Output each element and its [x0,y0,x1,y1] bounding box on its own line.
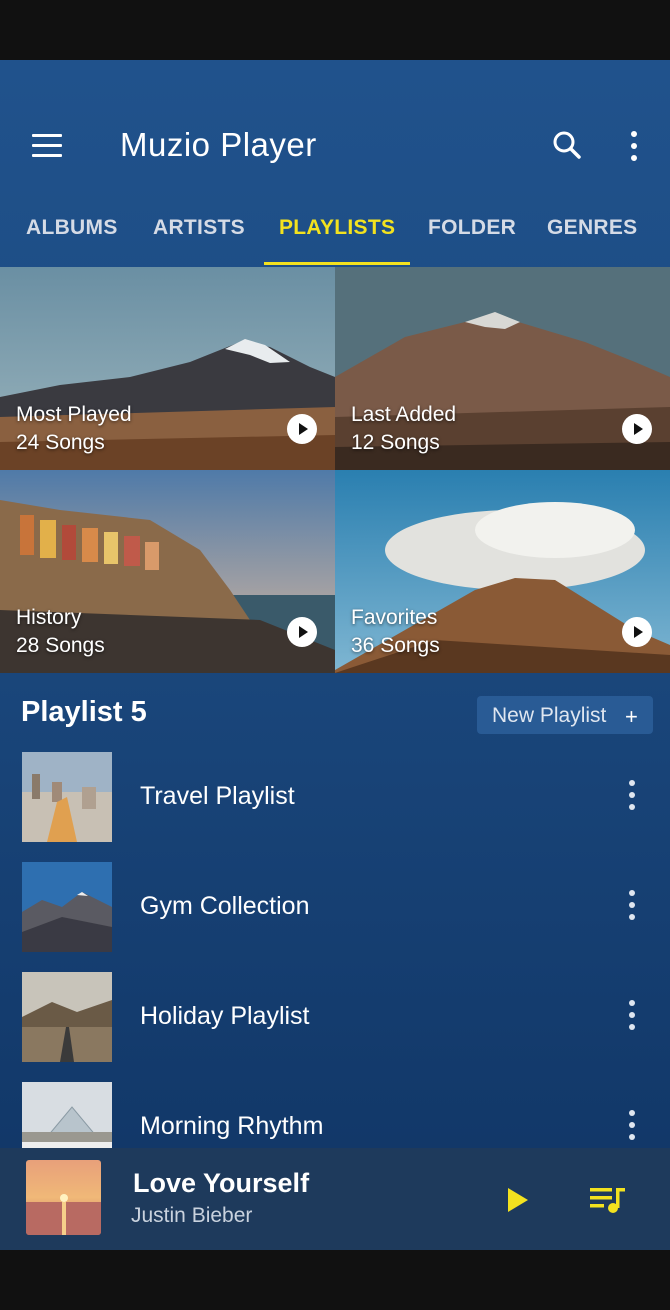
more-options-icon[interactable] [614,124,654,168]
tile-title: Favorites [351,606,438,629]
playlist-thumbnail [22,752,112,842]
now-playing-title: Love Yourself [133,1168,310,1198]
featured-tile-last-added[interactable]: Last Added 12 Songs [335,267,670,470]
playlist-thumbnail [22,972,112,1062]
menu-icon[interactable] [22,126,70,166]
tile-song-count: 12 Songs [351,431,440,454]
new-playlist-label: New Playlist [492,704,607,727]
play-icon[interactable] [287,617,317,647]
featured-tile-favorites[interactable]: Favorites 36 Songs [335,470,670,673]
playlist-row[interactable]: Travel Playlist [0,752,670,852]
playlist-row[interactable]: Gym Collection [0,862,670,962]
plus-icon: + [625,704,638,729]
tile-song-count: 24 Songs [16,431,105,454]
tile-title: History [16,606,82,629]
tile-title: Most Played [16,403,132,426]
search-icon[interactable] [546,124,590,168]
new-playlist-button[interactable]: New Playlist + [477,696,653,734]
more-options-icon[interactable] [620,780,644,814]
more-options-icon[interactable] [620,1000,644,1034]
tab-albums[interactable]: ALBUMS [26,216,118,240]
system-navigation-bar [0,1250,670,1310]
app-title: Muzio Player [120,126,317,163]
play-icon[interactable] [498,1180,538,1220]
section-title: Playlist 5 [21,696,147,728]
status-bar [0,0,670,60]
play-icon[interactable] [622,617,652,647]
tab-folder[interactable]: FOLDER [428,216,516,240]
tile-song-count: 36 Songs [351,634,440,657]
tab-indicator [264,262,410,265]
tab-genres[interactable]: GENRES [547,216,638,240]
more-options-icon[interactable] [620,890,644,924]
featured-tile-history[interactable]: History 28 Songs [0,470,335,673]
tile-title: Last Added [351,403,457,426]
tab-artists[interactable]: ARTISTS [153,216,245,240]
play-icon[interactable] [287,414,317,444]
more-options-icon[interactable] [620,1110,644,1144]
queue-icon[interactable] [586,1180,630,1220]
now-playing-artist: Justin Bieber [131,1204,253,1227]
featured-tile-most-played[interactable]: Most Played 24 Songs [0,267,335,470]
tab-playlists[interactable]: PLAYLISTS [279,216,395,240]
playlist-name: Holiday Playlist [140,1002,310,1030]
playlist-row[interactable]: Holiday Playlist [0,972,670,1072]
app-screen: Muzio Player ALBUMS ARTISTS PLAYLISTS FO… [0,60,670,1250]
tile-song-count: 28 Songs [16,634,105,657]
app-bar: Muzio Player [0,60,670,200]
playlist-name: Gym Collection [140,892,310,920]
now-playing-bar[interactable]: Love Yourself Justin Bieber [0,1148,670,1250]
tab-bar: ALBUMS ARTISTS PLAYLISTS FOLDER GENRES [0,200,670,267]
playlist-name: Morning Rhythm [140,1112,324,1140]
playlist-thumbnail [22,862,112,952]
album-art [26,1160,101,1235]
playlist-name: Travel Playlist [140,782,295,810]
play-icon[interactable] [622,414,652,444]
